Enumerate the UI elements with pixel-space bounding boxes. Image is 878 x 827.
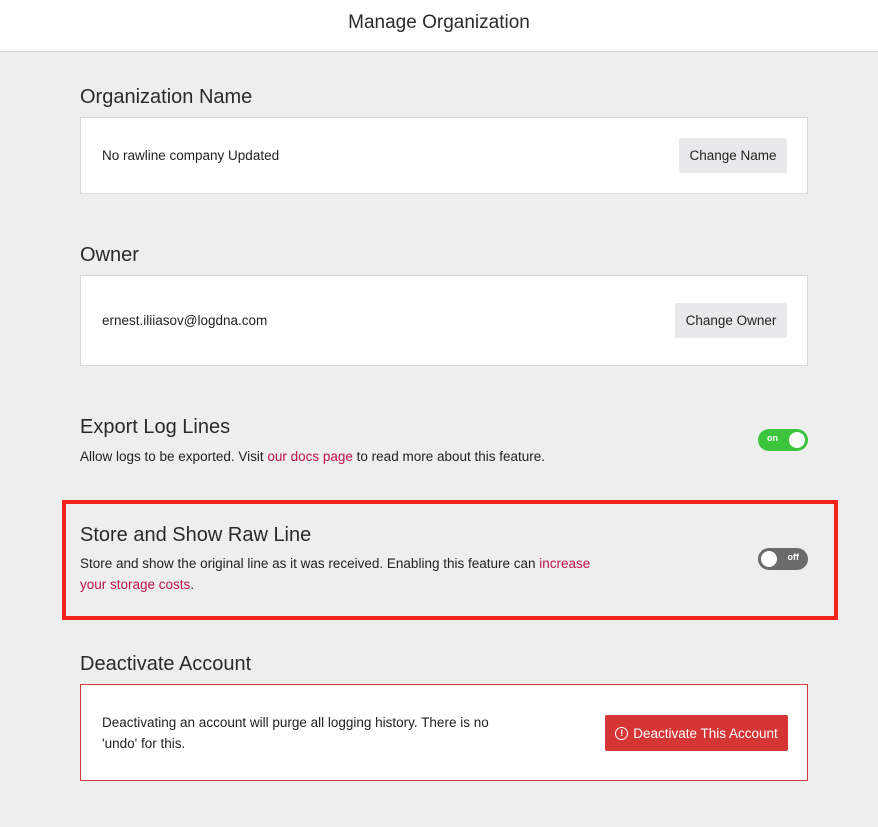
rawline-toggle[interactable]: off — [758, 548, 808, 570]
page-title: Manage Organization — [348, 12, 530, 33]
deactivate-card: Deactivating an account will purge all l… — [80, 684, 808, 781]
toggle-knob — [789, 432, 805, 448]
export-toggle[interactable]: on — [758, 429, 808, 451]
rawline-desc-after: . — [190, 577, 195, 592]
change-name-button[interactable]: Change Name — [679, 138, 787, 173]
deactivate-account-button[interactable]: ! Deactivate This Account — [605, 715, 788, 751]
rawline-description: Store and show the original line as it w… — [80, 553, 620, 595]
rawline-toggle-label: off — [787, 552, 800, 562]
org-name-value: No rawline company Updated — [102, 148, 280, 163]
org-name-card: No rawline company Updated Change Name — [80, 117, 808, 194]
export-desc-before: Allow logs to be exported. Visit — [80, 449, 268, 464]
owner-heading: Owner — [80, 244, 139, 266]
rawline-desc-before: Store and show the original line as it w… — [80, 556, 540, 571]
deactivate-button-label: Deactivate This Account — [633, 725, 778, 741]
org-name-heading: Organization Name — [80, 86, 253, 108]
owner-email: ernest.iliiasov@logdna.com — [102, 313, 268, 328]
deactivate-description: Deactivating an account will purge all l… — [102, 715, 489, 751]
toggle-knob — [761, 551, 777, 567]
export-description: Allow logs to be exported. Visit our doc… — [80, 446, 545, 467]
change-owner-button[interactable]: Change Owner — [675, 303, 787, 338]
top-bar: Manage Organization — [0, 0, 878, 52]
docs-link[interactable]: our docs page — [267, 449, 353, 464]
export-desc-after: to read more about this feature. — [352, 449, 546, 464]
alert-circle-icon: ! — [615, 726, 629, 740]
rawline-heading: Store and Show Raw Line — [80, 524, 312, 546]
export-toggle-label: on — [767, 433, 778, 443]
owner-card: ernest.iliiasov@logdna.com Change Owner — [80, 275, 808, 366]
export-heading: Export Log Lines — [80, 416, 231, 438]
deactivate-heading: Deactivate Account — [80, 653, 252, 675]
